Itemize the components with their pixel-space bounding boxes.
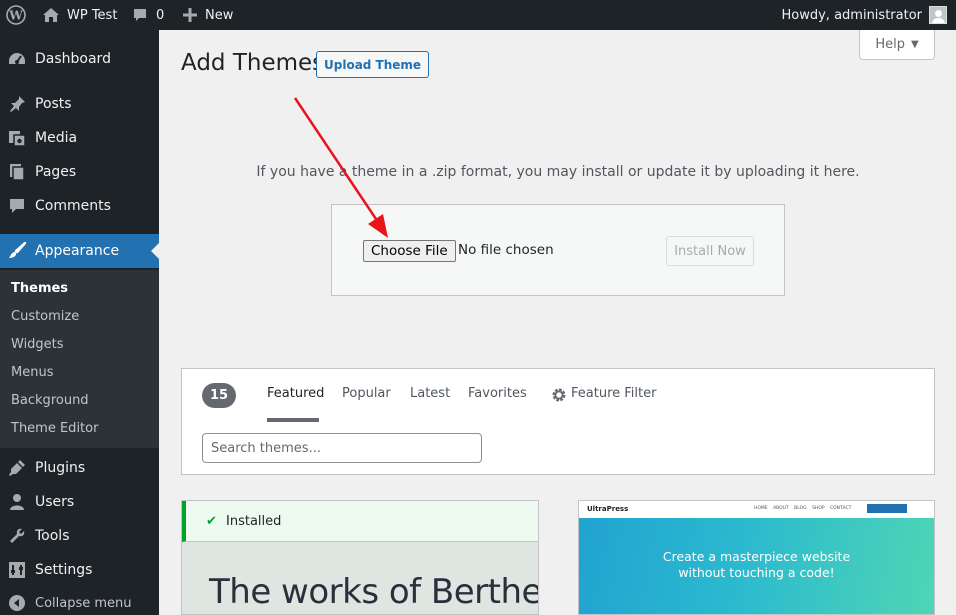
submenu-item-widgets[interactable]: Widgets <box>11 337 64 352</box>
sidebar-item-label: Tools <box>35 528 70 544</box>
theme-preview-nav-links: HOME ABOUT BLOG SHOP CONTACT <box>754 506 852 511</box>
avatar[interactable] <box>929 6 947 24</box>
upload-theme-button[interactable]: Upload Theme <box>316 51 430 78</box>
submenu-item-customize[interactable]: Customize <box>11 309 79 324</box>
upload-help-text: If you have a theme in a .zip format, yo… <box>256 164 860 180</box>
theme-filter-bar: 15 Featured Popular Latest Favorites Fea… <box>181 368 935 475</box>
tab-latest[interactable]: Latest <box>410 386 450 401</box>
sidebar-item-label: Comments <box>35 198 111 214</box>
sidebar-item-comments[interactable]: Comments <box>0 189 159 223</box>
sidebar-item-label: Settings <box>35 562 93 578</box>
pages-icon <box>7 163 27 181</box>
sidebar-item-dashboard[interactable]: Dashboard <box>0 42 159 76</box>
page-title: Add Themes <box>181 50 325 76</box>
sidebar-item-label: Collapse menu <box>35 595 132 611</box>
submenu-item-theme-editor[interactable]: Theme Editor <box>11 421 98 436</box>
theme-preview-headline: Create a masterpiece website without tou… <box>662 549 851 580</box>
search-themes-input[interactable] <box>202 433 482 463</box>
settings-icon <box>7 561 27 579</box>
collapse-menu-button[interactable]: Collapse menu <box>0 586 159 615</box>
sidebar-item-plugins[interactable]: Plugins <box>0 451 159 485</box>
sidebar-item-posts[interactable]: Posts <box>0 87 159 121</box>
comment-bubble-icon[interactable] <box>132 0 148 30</box>
theme-card[interactable]: ✔ Installed The works of Berthe <box>181 500 539 615</box>
appearance-submenu: Themes Customize Widgets Menus Backgroun… <box>0 270 159 448</box>
theme-preview-text: The works of Berthe <box>209 572 539 612</box>
tab-featured[interactable]: Featured <box>267 386 324 401</box>
sidebar-item-tools[interactable]: Tools <box>0 519 159 553</box>
pin-icon <box>7 95 27 113</box>
submenu-item-themes[interactable]: Themes <box>11 281 68 296</box>
theme-preview-nav: UltraPress HOME ABOUT BLOG SHOP CONTACT <box>579 501 934 518</box>
tab-favorites[interactable]: Favorites <box>468 386 527 401</box>
sidebar-item-label: Pages <box>35 164 77 180</box>
install-now-button[interactable]: Install Now <box>666 236 754 266</box>
sidebar-item-users[interactable]: Users <box>0 485 159 519</box>
tab-popular[interactable]: Popular <box>342 386 391 401</box>
svg-text:W: W <box>8 9 23 23</box>
site-name-link[interactable]: WP Test <box>67 0 117 30</box>
comment-icon <box>7 197 27 215</box>
theme-preview-cta <box>867 504 907 513</box>
upload-form: Choose File No file chosen Install Now <box>331 204 785 296</box>
sidebar-item-appearance[interactable]: Appearance <box>0 234 159 268</box>
howdy-user-link[interactable]: Howdy, administrator <box>782 0 923 30</box>
plus-icon[interactable] <box>183 0 197 30</box>
caret-down-icon: ▼ <box>910 39 919 50</box>
feature-filter-button[interactable]: Feature Filter <box>571 386 656 401</box>
active-tab-indicator <box>267 418 319 422</box>
file-status-text: No file chosen <box>458 242 554 258</box>
wrench-icon <box>7 527 27 545</box>
installed-notice: ✔ Installed <box>182 501 538 542</box>
sidebar-item-label: Plugins <box>35 460 86 476</box>
sidebar-item-pages[interactable]: Pages <box>0 155 159 189</box>
theme-card[interactable]: UltraPress HOME ABOUT BLOG SHOP CONTACT … <box>578 500 935 615</box>
help-label: Help <box>875 37 905 52</box>
submenu-item-menus[interactable]: Menus <box>11 365 53 380</box>
admin-sidebar: Dashboard Posts Media Pages Comments App… <box>0 30 159 615</box>
sidebar-item-label: Users <box>35 494 75 510</box>
comments-count[interactable]: 0 <box>156 0 164 30</box>
sidebar-item-label: Media <box>35 130 78 146</box>
plug-icon <box>7 459 27 477</box>
wordpress-logo-icon[interactable]: W <box>4 0 28 30</box>
gear-icon[interactable] <box>551 387 567 403</box>
sidebar-item-label: Posts <box>35 96 72 112</box>
submenu-item-background[interactable]: Background <box>11 393 89 408</box>
dashboard-icon <box>7 50 27 68</box>
user-icon <box>7 493 27 511</box>
checkmark-icon: ✔ <box>206 513 217 529</box>
installed-label: Installed <box>226 513 282 529</box>
help-button[interactable]: Help ▼ <box>859 30 935 60</box>
choose-file-button[interactable]: Choose File <box>363 240 456 262</box>
paintbrush-icon <box>7 242 27 260</box>
admin-bar: W WP Test 0 New Howdy, administrator <box>0 0 956 30</box>
theme-count-badge: 15 <box>202 383 236 408</box>
sidebar-item-label: Dashboard <box>35 51 111 67</box>
new-content-link[interactable]: New <box>205 0 233 30</box>
collapse-icon <box>7 594 27 612</box>
home-icon[interactable] <box>42 0 60 30</box>
media-icon <box>7 129 27 147</box>
sidebar-item-settings[interactable]: Settings <box>0 553 159 587</box>
sidebar-item-media[interactable]: Media <box>0 121 159 155</box>
theme-preview-logo: UltraPress <box>587 505 629 513</box>
sidebar-item-label: Appearance <box>35 243 120 259</box>
